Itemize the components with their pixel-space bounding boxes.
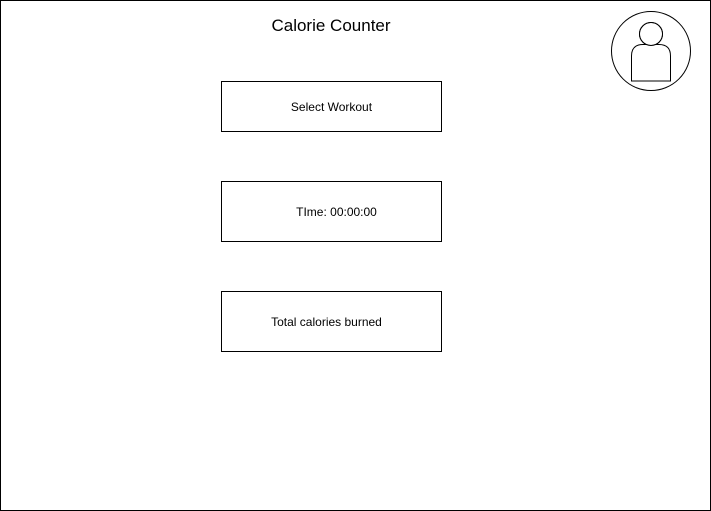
- total-calories-label: Total calories burned: [271, 314, 382, 329]
- user-avatar-icon[interactable]: [611, 11, 691, 91]
- time-display: TIme: 00:00:00: [221, 181, 442, 242]
- select-workout-label: Select Workout: [290, 99, 373, 114]
- page-title: Calorie Counter: [271, 16, 391, 35]
- avatar-graphic: [611, 11, 691, 91]
- time-label: TIme: 00:00:00: [296, 204, 377, 219]
- total-calories-display: Total calories burned: [221, 291, 442, 352]
- select-workout-button[interactable]: Select Workout: [221, 81, 442, 132]
- app-frame: Calorie Counter Select Workout TIme: 00:…: [0, 0, 711, 511]
